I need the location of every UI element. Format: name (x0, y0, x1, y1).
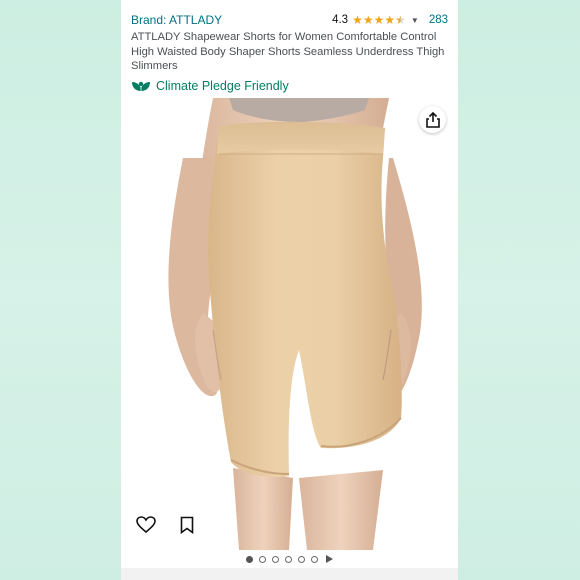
chevron-down-icon: ▼ (410, 15, 419, 25)
heart-icon (136, 516, 156, 534)
leaf-icon (132, 81, 150, 92)
gallery-dot[interactable] (259, 555, 266, 563)
star-icon: ★ (352, 13, 363, 27)
video-play-icon[interactable] (326, 555, 333, 563)
gallery-dot[interactable] (285, 555, 292, 563)
gallery-pagination (121, 550, 458, 568)
star-icon: ★ (373, 13, 385, 27)
gallery-dot[interactable] (272, 555, 279, 563)
rating-value: 4.3 (332, 14, 349, 26)
star-icon: ★ (362, 13, 374, 27)
share-button[interactable] (419, 106, 446, 133)
shapewear-photo (121, 98, 458, 550)
bookmark-icon (180, 516, 194, 534)
rating-summary[interactable]: 4.3 ★ ★ ★ ★ ★ ▼ 283 (332, 14, 448, 26)
brand-rating-row: Brand: ATTLADY 4.3 ★ ★ ★ ★ ★ ▼ 283 (131, 12, 448, 28)
gallery-dot[interactable] (311, 555, 318, 563)
climate-pledge-label: Climate Pledge Friendly (156, 78, 289, 93)
product-title: ATTLADY Shapewear Shorts for Women Comfo… (131, 31, 445, 72)
product-panel: Brand: ATTLADY 4.3 ★ ★ ★ ★ ★ ▼ 283 ATTLA… (121, 0, 458, 580)
half-star-icon: ★ (395, 13, 406, 27)
gallery-dot[interactable] (298, 555, 305, 563)
star-icon: ★ (384, 13, 396, 27)
share-icon (425, 111, 440, 128)
save-button[interactable] (174, 512, 200, 538)
climate-pledge-badge[interactable]: Climate Pledge Friendly (131, 79, 448, 93)
wishlist-button[interactable] (133, 512, 159, 538)
gallery-dot-active[interactable] (246, 555, 253, 563)
star-rating: ★ ★ ★ ★ ★ (352, 14, 406, 26)
product-header: Brand: ATTLADY 4.3 ★ ★ ★ ★ ★ ▼ 283 ATTLA… (121, 0, 458, 98)
bottom-divider (121, 568, 458, 580)
review-count[interactable]: 283 (429, 14, 448, 26)
product-image[interactable] (121, 98, 458, 550)
brand-link[interactable]: Brand: ATTLADY (131, 13, 222, 27)
